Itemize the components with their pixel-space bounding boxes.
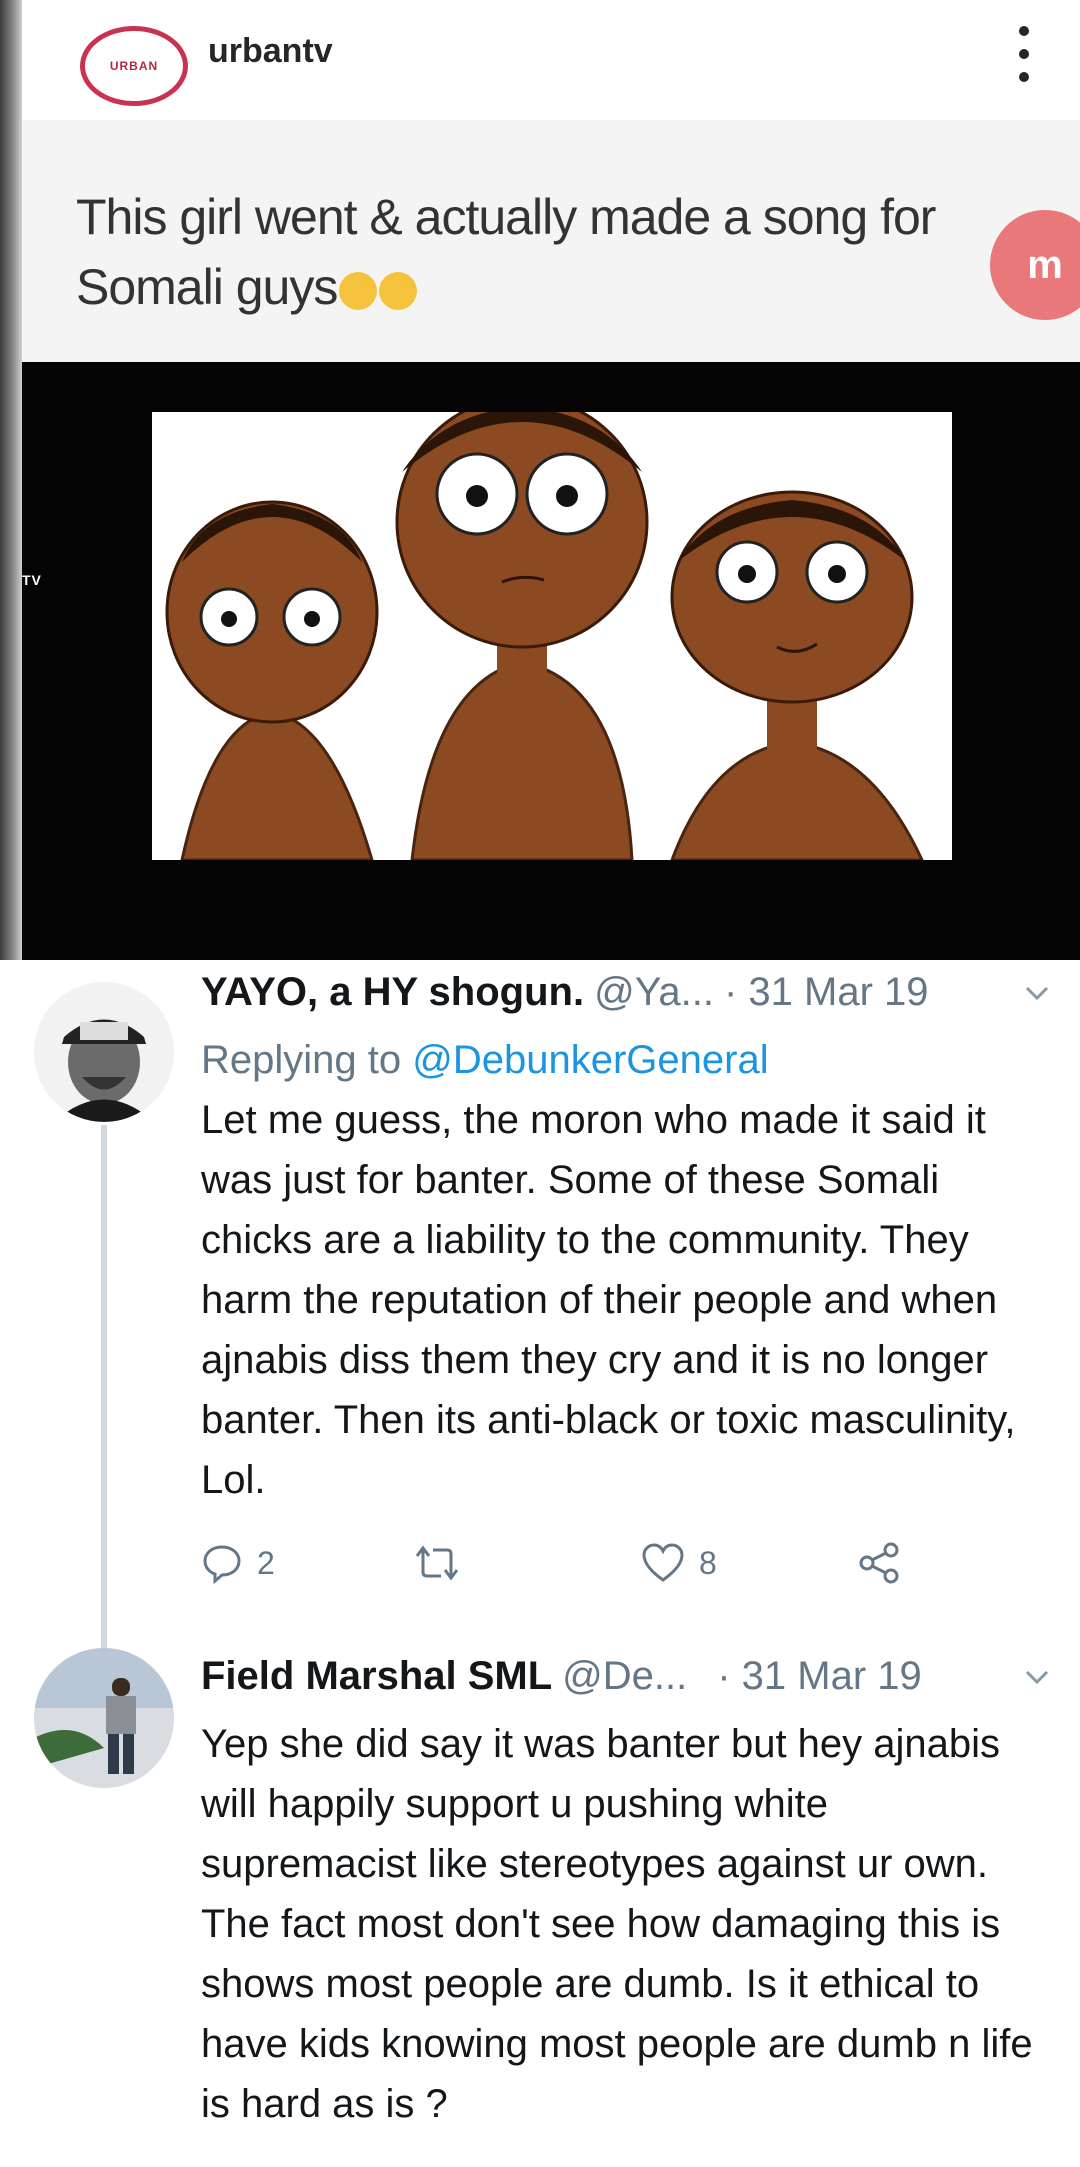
reply-count: 2 xyxy=(257,1544,275,1581)
retweet-icon xyxy=(415,1545,459,1581)
like-button[interactable]: 8 xyxy=(641,1542,717,1584)
post-caption-text: This girl went & actually made a song fo… xyxy=(76,189,936,315)
cartoon-illustration xyxy=(152,412,952,860)
post-header: URBAN urbantv xyxy=(22,0,1080,120)
user-handle[interactable]: @Ya... xyxy=(594,970,714,1015)
crying-face-icon xyxy=(379,272,418,310)
video-channel-label: TV xyxy=(22,572,42,588)
avatar[interactable] xyxy=(34,982,174,1122)
video-frame: TV xyxy=(22,362,1080,960)
user-handle[interactable]: @De... xyxy=(562,1654,687,1699)
share-icon xyxy=(859,1542,899,1584)
like-icon xyxy=(642,1543,684,1582)
tweet[interactable]: YAYO, a HY shogun. @Ya... · 31 Mar 19 Re… xyxy=(0,960,1080,1646)
image-edge xyxy=(0,0,22,960)
tweet-date[interactable]: · 31 Mar 19 xyxy=(724,970,929,1015)
tweet-text: Let me guess, the moron who made it said… xyxy=(201,1098,1016,1502)
replying-to-prefix: Replying to xyxy=(201,1038,413,1082)
post-caption: This girl went & actually made a song fo… xyxy=(76,182,976,322)
tweet-date[interactable]: · 31 Mar 19 xyxy=(717,1654,922,1699)
tweet-header: YAYO, a HY shogun. @Ya... · 31 Mar 19 xyxy=(201,970,1052,1030)
tweet-header: Field Marshal SML @De... · 31 Mar 19 xyxy=(201,1654,1052,1714)
reply-button[interactable]: 2 xyxy=(201,1542,275,1584)
more-vertical-icon xyxy=(1018,26,1030,82)
tweet-actions: 2 8 xyxy=(201,1532,1052,1612)
display-name[interactable]: YAYO, a HY shogun. xyxy=(201,970,584,1015)
replying-to: Replying to @DebunkerGeneral xyxy=(201,1030,1052,1090)
avatar-logo-text: URBAN xyxy=(109,59,159,73)
tweet[interactable]: Field Marshal SML @De... · 31 Mar 19 Yep… xyxy=(0,1646,1080,2167)
share-button[interactable] xyxy=(857,1542,901,1584)
watermark-logo: m xyxy=(990,210,1080,320)
display-name[interactable]: Field Marshal SML xyxy=(201,1654,552,1699)
reply-icon xyxy=(203,1545,241,1584)
crying-face-icon xyxy=(339,272,378,310)
tweet-text: Yep she did say it was banter but hey aj… xyxy=(201,1722,1033,2126)
like-count: 8 xyxy=(699,1544,717,1581)
chevron-down-icon[interactable] xyxy=(1022,978,1052,1008)
embedded-post-image[interactable]: URBAN urbantv This girl went & actually … xyxy=(0,0,1080,960)
avatar[interactable] xyxy=(34,1648,174,1788)
retweet-button[interactable] xyxy=(413,1542,461,1584)
post-account-avatar: URBAN xyxy=(80,26,188,106)
thread-line xyxy=(101,1125,107,1646)
chevron-down-icon[interactable] xyxy=(1022,1662,1052,1692)
thread-line-top xyxy=(101,1646,107,1648)
replying-to-link[interactable]: @DebunkerGeneral xyxy=(412,1038,768,1082)
post-account-name: urbantv xyxy=(208,32,333,70)
